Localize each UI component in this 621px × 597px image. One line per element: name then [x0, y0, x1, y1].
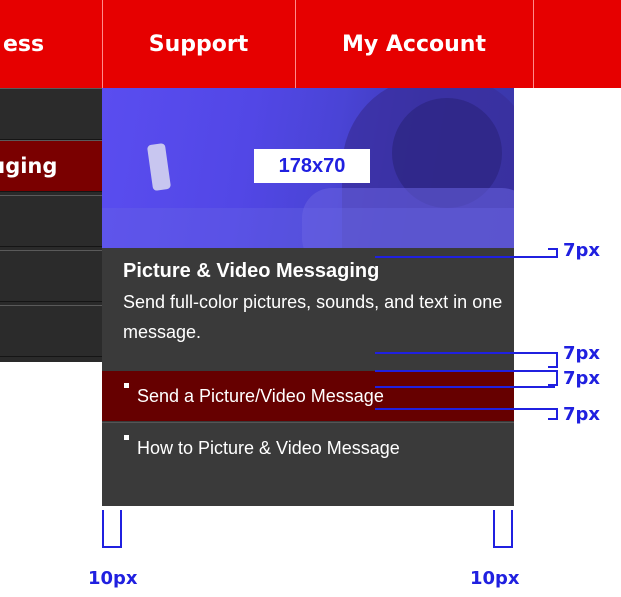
- nav-item-label: ess: [3, 31, 45, 57]
- side-menu: ıging: [0, 88, 102, 362]
- side-menu-item[interactable]: [0, 250, 102, 302]
- flyout-title: Picture & Video Messaging: [123, 260, 380, 282]
- annotation-line: [375, 408, 555, 410]
- annotation-10px-right: 10px: [470, 568, 520, 589]
- annotation-bracket: [548, 352, 558, 368]
- phone-in-photo: [146, 142, 172, 192]
- bullet-icon: [124, 383, 129, 388]
- nav-item-my-account[interactable]: My Account: [296, 0, 532, 88]
- link-label: Send a Picture/Video Message: [137, 386, 384, 406]
- send-picture-video-link[interactable]: Send a Picture/Video Message: [102, 371, 514, 421]
- nav-item-label: Support: [148, 31, 249, 57]
- annotation-line: [375, 370, 555, 372]
- annotation-line: [375, 256, 555, 258]
- annotation-line: [375, 386, 555, 388]
- side-menu-item-messaging[interactable]: ıging: [0, 140, 102, 192]
- side-menu-item[interactable]: [0, 195, 102, 247]
- nav-divider: [533, 0, 534, 88]
- annotation-bracket: [493, 510, 513, 548]
- nav-item-support[interactable]: Support: [103, 0, 294, 88]
- how-to-picture-video-link[interactable]: How to Picture & Video Message: [102, 422, 514, 506]
- promo-image: 178x70: [102, 88, 514, 248]
- annotation-10px-left: 10px: [88, 568, 138, 589]
- side-menu-item-label: ıging: [0, 154, 58, 178]
- image-size-label: 178x70: [254, 149, 370, 183]
- nav-item-label: My Account: [342, 31, 486, 57]
- annotation-7px: 7px: [563, 343, 601, 364]
- annotation-line: [375, 352, 555, 354]
- annotation-bracket: [548, 408, 558, 420]
- annotation-bracket: [548, 370, 558, 386]
- photo-shape: [102, 208, 514, 248]
- side-menu-item[interactable]: [0, 88, 102, 140]
- link-label: How to Picture & Video Message: [137, 438, 400, 458]
- annotation-7px: 7px: [563, 240, 601, 261]
- side-menu-item[interactable]: [0, 305, 102, 357]
- top-navigation: ess Support My Account: [0, 0, 621, 88]
- flyout-panel: 178x70 Picture & Video Messaging Send fu…: [102, 88, 514, 506]
- annotation-7px: 7px: [563, 368, 601, 389]
- bullet-icon: [124, 435, 129, 440]
- annotation-bracket: [548, 248, 558, 258]
- flyout-description: Send full-color pictures, sounds, and te…: [123, 292, 503, 342]
- annotation-bracket: [102, 510, 122, 548]
- annotation-7px: 7px: [563, 404, 601, 425]
- nav-item-business[interactable]: ess: [0, 0, 96, 88]
